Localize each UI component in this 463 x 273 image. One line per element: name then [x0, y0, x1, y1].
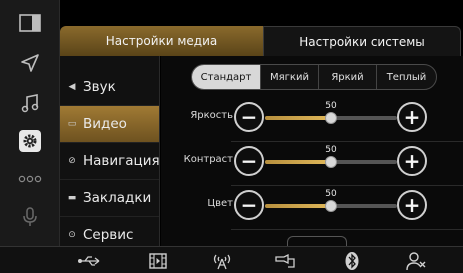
- color-slider[interactable]: 50: [265, 189, 397, 212]
- split-screen-icon: [19, 14, 41, 32]
- contrast-decrease-button[interactable]: −: [234, 146, 264, 176]
- menu-item-sound[interactable]: ◀ Звук: [60, 69, 159, 106]
- contrast-slider[interactable]: 50: [265, 145, 397, 168]
- menu-item-label: Навигация: [83, 153, 160, 169]
- slider-fill: [265, 204, 331, 208]
- film-icon: [149, 252, 167, 269]
- divider: [231, 185, 463, 186]
- video-icon: ▭: [67, 119, 77, 129]
- slider-row-color: Цвет − 50 +: [161, 188, 463, 228]
- slider-thumb[interactable]: [325, 156, 337, 168]
- preset-bright[interactable]: Яркий: [318, 65, 376, 89]
- bluetooth-button[interactable]: [332, 247, 372, 273]
- split-screen-button[interactable]: [0, 4, 60, 42]
- menu-item-service[interactable]: ⊙ Сервис: [60, 217, 159, 246]
- radio-button[interactable]: [202, 247, 242, 273]
- slider-value: 50: [325, 189, 337, 199]
- usb-button[interactable]: [70, 247, 110, 273]
- slider-row-contrast: Контраст − 50 +: [161, 144, 463, 184]
- preset-label: Стандарт: [200, 71, 252, 83]
- slider-row-brightness: Яркость − 50 +: [161, 100, 463, 140]
- speaker-icon: ◀: [68, 82, 76, 92]
- menu-item-navigation[interactable]: ⊘ Навигация: [60, 143, 160, 180]
- navigation-arrow-icon: [21, 54, 39, 72]
- left-rail: [0, 0, 60, 273]
- minus-icon: −: [240, 193, 258, 217]
- color-increase-button[interactable]: +: [397, 190, 427, 220]
- slider-thumb[interactable]: [325, 112, 337, 124]
- preset-label: Яркий: [331, 71, 364, 83]
- brightness-decrease-button[interactable]: −: [234, 102, 264, 132]
- navigation-button[interactable]: [0, 44, 60, 82]
- contrast-increase-button[interactable]: +: [397, 146, 427, 176]
- slider-value: 50: [325, 145, 337, 155]
- navigation-icon: ⊘: [68, 156, 76, 166]
- service-icon: ⊙: [68, 230, 76, 240]
- bottom-source-bar: [0, 246, 463, 273]
- microphone-icon: [23, 207, 37, 226]
- bluetooth-icon: [345, 251, 359, 270]
- menu-item-bookmarks[interactable]: ▬ Закладки: [60, 180, 159, 217]
- menu-item-label: Звук: [83, 79, 116, 95]
- video-source-button[interactable]: [138, 247, 178, 273]
- slider-fill: [265, 116, 331, 120]
- radio-antenna-icon: [213, 254, 231, 269]
- tab-media-label: Настройки медиа: [105, 34, 218, 48]
- slider-label: Яркость: [190, 110, 233, 121]
- video-settings-panel: Стандарт Мягкий Яркий Теплый Яркость − 5…: [161, 56, 463, 250]
- brightness-increase-button[interactable]: +: [397, 102, 427, 132]
- slider-label: Контраст: [183, 154, 233, 165]
- slider-fill: [265, 160, 331, 164]
- plus-icon: +: [403, 105, 421, 129]
- phone-contact-icon: [406, 251, 426, 270]
- menu-item-label: Закладки: [83, 190, 152, 206]
- menu-item-label: Видео: [83, 116, 127, 132]
- preset-soft[interactable]: Мягкий: [260, 65, 318, 89]
- tab-system-label: Настройки системы: [299, 34, 425, 49]
- phone-button[interactable]: [396, 247, 436, 273]
- tab-media-settings[interactable]: Настройки медиа: [60, 26, 263, 56]
- gear-icon: [23, 134, 37, 148]
- slider-label: Цвет: [207, 198, 233, 209]
- usb-icon: [78, 255, 100, 266]
- menu-item-video[interactable]: ▭ Видео: [60, 106, 159, 143]
- brightness-slider[interactable]: 50: [265, 101, 397, 124]
- color-decrease-button[interactable]: −: [234, 190, 264, 220]
- voice-button[interactable]: [0, 198, 60, 236]
- minus-icon: −: [240, 149, 258, 173]
- carplay-icon: [275, 253, 295, 268]
- preset-selector: Стандарт Мягкий Яркий Теплый: [191, 64, 437, 90]
- music-button[interactable]: [0, 84, 60, 122]
- preset-label: Теплый: [386, 71, 427, 83]
- bookmark-icon: ▬: [67, 193, 77, 203]
- plus-icon: +: [403, 149, 421, 173]
- more-dots-icon: [18, 175, 42, 183]
- minus-icon: −: [240, 105, 258, 129]
- carplay-button[interactable]: [266, 247, 306, 273]
- settings-button[interactable]: [0, 122, 60, 160]
- media-settings-menu: ◀ Звук ▭ Видео ⊘ Навигация ▬ Закладки ⊙ …: [60, 56, 160, 246]
- preset-warm[interactable]: Теплый: [376, 65, 436, 89]
- menu-item-label: Сервис: [83, 227, 134, 243]
- settings-tabs: Настройки медиа Настройки системы: [60, 26, 463, 56]
- slider-value: 50: [325, 101, 337, 111]
- tab-system-settings[interactable]: Настройки системы: [263, 26, 461, 56]
- divider: [231, 229, 463, 230]
- preset-standard[interactable]: Стандарт: [192, 65, 260, 89]
- slider-thumb[interactable]: [325, 200, 337, 212]
- music-note-icon: [21, 94, 39, 113]
- plus-icon: +: [403, 193, 421, 217]
- preset-label: Мягкий: [270, 71, 309, 83]
- divider: [231, 141, 463, 142]
- more-button[interactable]: [0, 160, 60, 198]
